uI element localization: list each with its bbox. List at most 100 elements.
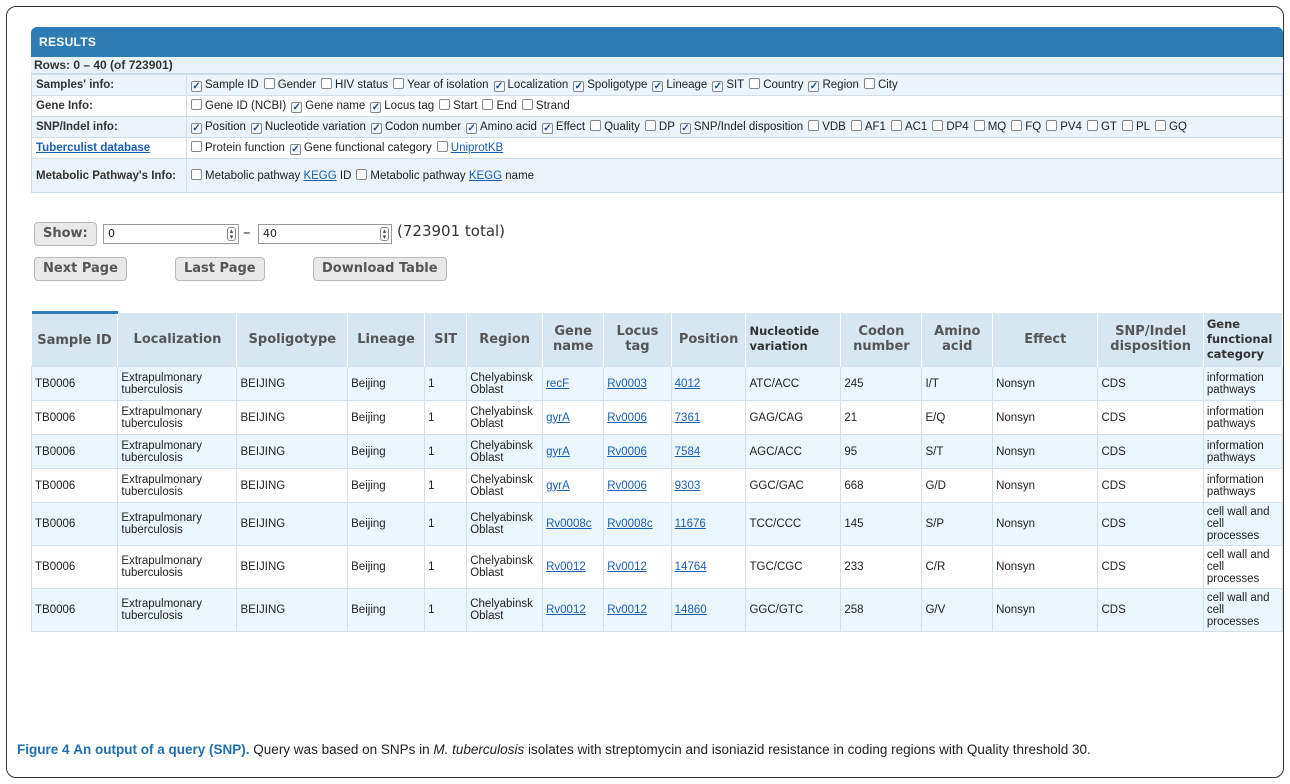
column-option[interactable]: Metabolic pathway KEGG name	[356, 169, 534, 182]
cell-link[interactable]: Rv0003	[607, 378, 647, 390]
kegg-link[interactable]: KEGG	[303, 170, 336, 182]
tuberculist-link[interactable]: Tuberculist database	[36, 142, 150, 154]
cell-link[interactable]: 7584	[675, 446, 701, 458]
checkbox-checked-icon[interactable]: ✓	[191, 123, 202, 134]
checkbox-icon[interactable]	[850, 120, 862, 131]
column-option[interactable]: ✓ SIT	[712, 79, 744, 92]
column-header[interactable]: Spoligotype	[236, 312, 349, 367]
option-link[interactable]: UniprotKB	[451, 142, 503, 154]
column-option[interactable]: End	[482, 99, 517, 112]
column-option[interactable]: Start	[439, 99, 477, 112]
column-header[interactable]: Codon number	[840, 312, 923, 367]
cell-link[interactable]: Rv0012	[546, 604, 586, 616]
checkbox-checked-icon[interactable]: ✓	[679, 123, 691, 134]
column-option[interactable]: Gene ID (NCBI)	[191, 99, 286, 112]
cell-link[interactable]: Rv0012	[607, 604, 647, 616]
column-header[interactable]: SIT	[424, 312, 468, 367]
checkbox-icon[interactable]	[393, 78, 405, 89]
stepper-icon[interactable]: ▴ ▾	[227, 227, 236, 241]
checkbox-checked-icon[interactable]: ✓	[541, 123, 553, 134]
column-option[interactable]: ✓ SNP/Indel disposition	[679, 121, 803, 134]
column-option[interactable]: ✓ Effect	[541, 121, 585, 134]
checkbox-checked-icon[interactable]: ✓	[370, 102, 382, 113]
from-row-input[interactable]: 0 ▴ ▾	[103, 224, 239, 244]
column-option[interactable]: AC1	[890, 120, 927, 133]
checkbox-icon[interactable]	[191, 169, 202, 180]
cell-link[interactable]: 9303	[675, 480, 701, 492]
column-option[interactable]: PV4	[1046, 120, 1082, 133]
column-option[interactable]: ✓ Position	[191, 121, 246, 134]
checkbox-icon[interactable]	[263, 78, 275, 89]
checkbox-checked-icon[interactable]: ✓	[291, 102, 303, 113]
checkbox-checked-icon[interactable]: ✓	[573, 81, 585, 92]
cell-link[interactable]: 14860	[675, 604, 707, 616]
cell-link[interactable]: 11676	[675, 518, 706, 530]
checkbox-icon[interactable]	[321, 78, 333, 89]
last-page-button[interactable]: Last Page	[175, 257, 265, 281]
column-option[interactable]: PL	[1121, 120, 1150, 133]
column-option[interactable]: ✓ Localization	[493, 79, 568, 92]
cell-link[interactable]: Rv0006	[607, 480, 647, 492]
column-option[interactable]: ✓ Nucleotide variation	[250, 121, 366, 134]
cell-link[interactable]: gyrA	[546, 446, 570, 458]
column-option[interactable]: ✓ Locus tag	[370, 100, 434, 113]
column-option[interactable]: ✓ Spoligotype	[573, 79, 647, 92]
cell-link[interactable]: gyrA	[546, 412, 570, 424]
column-header[interactable]: Gene name	[542, 312, 605, 367]
column-option[interactable]: GQ	[1155, 120, 1187, 133]
column-option[interactable]: FQ	[1011, 120, 1041, 133]
checkbox-checked-icon[interactable]: ✓	[289, 144, 301, 155]
column-header[interactable]: Region	[466, 312, 544, 367]
column-option[interactable]: ✓ Codon number	[370, 121, 461, 134]
column-option[interactable]: GT	[1086, 120, 1117, 133]
cell-link[interactable]: 4012	[675, 378, 701, 390]
checkbox-checked-icon[interactable]: ✓	[808, 81, 820, 92]
cell-link[interactable]: 14764	[675, 561, 707, 573]
column-option[interactable]: VDB	[808, 120, 846, 133]
checkbox-icon[interactable]	[1086, 120, 1098, 131]
checkbox-icon[interactable]	[749, 78, 761, 89]
checkbox-icon[interactable]	[590, 120, 602, 131]
column-option[interactable]: DP4	[932, 120, 969, 133]
column-option[interactable]: Strand	[521, 99, 570, 112]
checkbox-checked-icon[interactable]: ✓	[493, 81, 505, 92]
column-option[interactable]: ✓ Amino acid	[466, 121, 537, 134]
checkbox-checked-icon[interactable]: ✓	[370, 123, 382, 134]
cell-link[interactable]: Rv0008c	[546, 518, 591, 530]
column-option[interactable]: ✓ Gene functional category	[289, 142, 432, 155]
cell-link[interactable]: Rv0006	[607, 412, 647, 424]
column-option[interactable]: DP	[644, 120, 675, 133]
column-option[interactable]: ✓ Sample ID	[191, 79, 259, 92]
column-option[interactable]: ✓ Region	[808, 79, 859, 92]
cell-link[interactable]: Rv0012	[546, 561, 586, 573]
checkbox-icon[interactable]	[932, 120, 944, 131]
checkbox-icon[interactable]	[890, 120, 902, 131]
checkbox-icon[interactable]	[436, 141, 448, 152]
column-header[interactable]: Sample ID	[31, 311, 119, 367]
column-option[interactable]: HIV status	[321, 78, 388, 91]
column-option[interactable]: Metabolic pathway KEGG ID	[191, 169, 351, 182]
column-option[interactable]: Country	[749, 78, 803, 91]
cell-link[interactable]: gyrA	[546, 480, 570, 492]
column-header[interactable]: Gene functional category	[1203, 312, 1283, 367]
column-header[interactable]: Localization	[117, 312, 238, 367]
cell-link[interactable]: Rv0008c	[607, 518, 652, 530]
column-option[interactable]: UniprotKB	[436, 141, 503, 154]
column-option[interactable]: MQ	[973, 120, 1006, 133]
checkbox-checked-icon[interactable]: ✓	[712, 81, 724, 92]
column-header[interactable]: SNP/Indel disposition	[1097, 312, 1204, 367]
cell-link[interactable]: 7361	[675, 412, 701, 424]
column-option[interactable]: Gender	[263, 78, 316, 91]
checkbox-icon[interactable]	[191, 141, 202, 152]
checkbox-icon[interactable]	[808, 120, 820, 131]
checkbox-icon[interactable]	[1046, 120, 1058, 131]
cell-link[interactable]: Rv0006	[607, 446, 647, 458]
checkbox-icon[interactable]	[863, 78, 875, 89]
cell-link[interactable]: recF	[546, 378, 569, 390]
column-header[interactable]: Nucleotide variation	[745, 312, 842, 367]
stepper-icon[interactable]: ▴ ▾	[380, 227, 389, 241]
column-option[interactable]: City	[863, 78, 898, 91]
checkbox-icon[interactable]	[521, 99, 533, 110]
checkbox-icon[interactable]	[1011, 120, 1023, 131]
checkbox-checked-icon[interactable]: ✓	[652, 81, 664, 92]
